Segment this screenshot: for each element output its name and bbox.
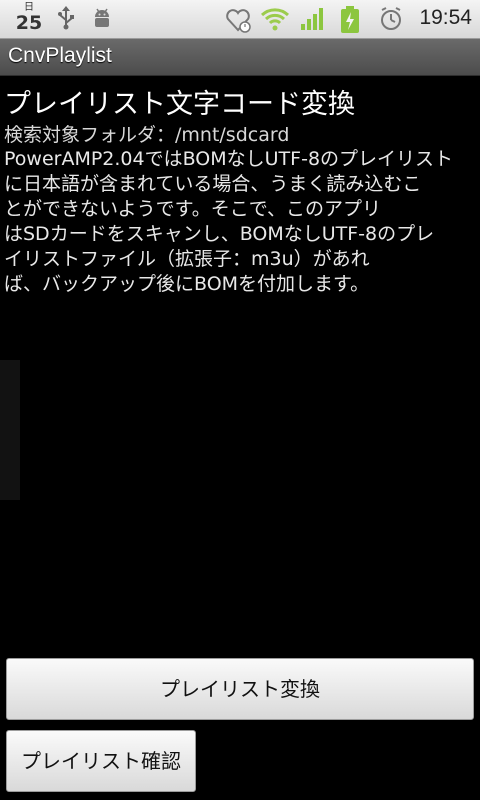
signal-icon [300,6,326,36]
description-line: はSDカードをスキャンし、BOMなしUTF-8のプレ [4,223,435,245]
android-debug-icon [90,6,114,34]
date-number: 25 [15,12,43,34]
alarm-clock-icon [378,6,404,36]
description-line: とができないようです。そこで、このアプリ [4,198,381,220]
wifi-icon [260,6,290,36]
app-title: CnvPlaylist [8,44,112,67]
check-playlist-button[interactable]: プレイリスト確認 [6,730,196,792]
usb-icon [56,6,76,34]
battery-charging-icon [340,6,360,38]
calendar-notification: 日 25 [14,2,44,34]
convert-playlist-button[interactable]: プレイリスト変換 [6,658,474,720]
description-line: イリストファイル（拡張子：m3u）があれ [4,248,370,270]
clock-time: 19:54 [419,6,472,29]
search-folder-label: 検索対象フォルダ：/mnt/sdcard [4,124,290,146]
description-text: PowerAMP2.04ではBOMなしUTF-8のプレイリスト に日本語が含まれ… [4,147,480,297]
status-bar: 日 25 19:54 [0,0,480,39]
description-line: PowerAMP2.04ではBOMなしUTF-8のプレイリスト [4,148,454,170]
scroll-edge-shadow [0,360,20,500]
page-heading: プレイリスト文字コード変換 [4,89,355,120]
heart-alarm-icon [224,6,252,38]
description-line: に日本語が含まれている場合、うまく読み込むこ [4,173,422,195]
description-line: ば、バックアップ後にBOMを付加します。 [4,273,370,295]
screen: 日 25 19:54 CnvPlaylist プレイリスト文字コード変換 検索対… [0,0,480,800]
app-title-bar: CnvPlaylist [0,39,480,76]
